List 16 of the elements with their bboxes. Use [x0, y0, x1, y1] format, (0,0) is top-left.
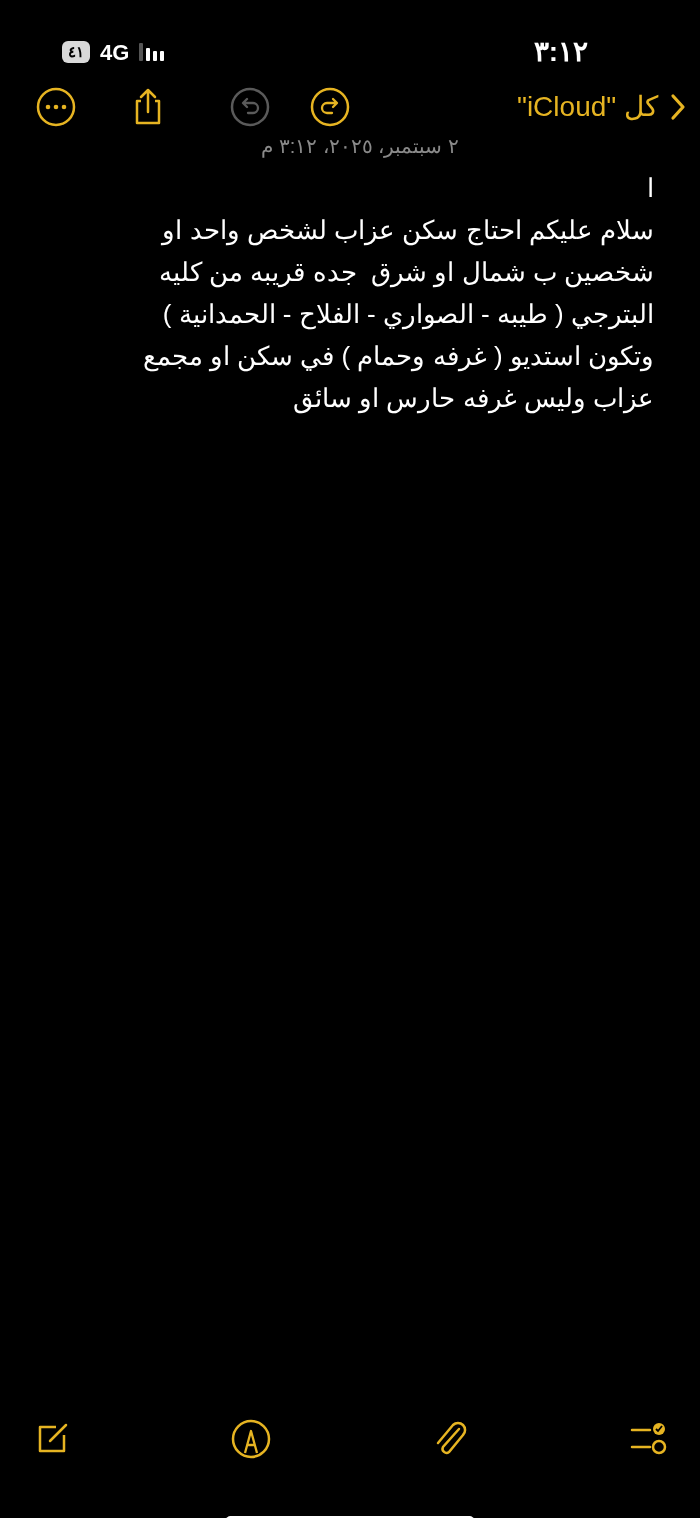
note-text-line: سلام عليكم احتاج سكن عزاب لشخص واحد او — [162, 214, 654, 248]
chevron-icon — [670, 93, 686, 121]
battery-indicator: ٤١ — [62, 41, 90, 63]
signal-icon — [139, 43, 165, 61]
note-date: ٢ سبتمبر، ٢٠٢٥، ٣:١٢ م — [260, 134, 460, 160]
status-time: ٣:١٢ — [533, 35, 588, 69]
markup-button[interactable] — [230, 1419, 271, 1459]
note-text-line: عزاب وليس غرفه حارس او سائق — [292, 382, 654, 416]
redo-button[interactable] — [310, 87, 350, 127]
note-text-line: البترجي ( طيبه - الصواري - الفلاح - الحمدانية ) — [162, 298, 654, 332]
note-text-line: شخصين ب شمال او شرق جده قريبه من كليه — [159, 256, 654, 290]
network-type: 4G — [100, 38, 130, 67]
more-button[interactable] — [36, 87, 76, 127]
note-text-line: ا — [647, 172, 654, 205]
back-button[interactable]: كل "iCloud" — [516, 86, 686, 128]
note-text-line: وتكون استديو ( غرفه وحمام ) في سكن او مجمع — [142, 340, 654, 374]
